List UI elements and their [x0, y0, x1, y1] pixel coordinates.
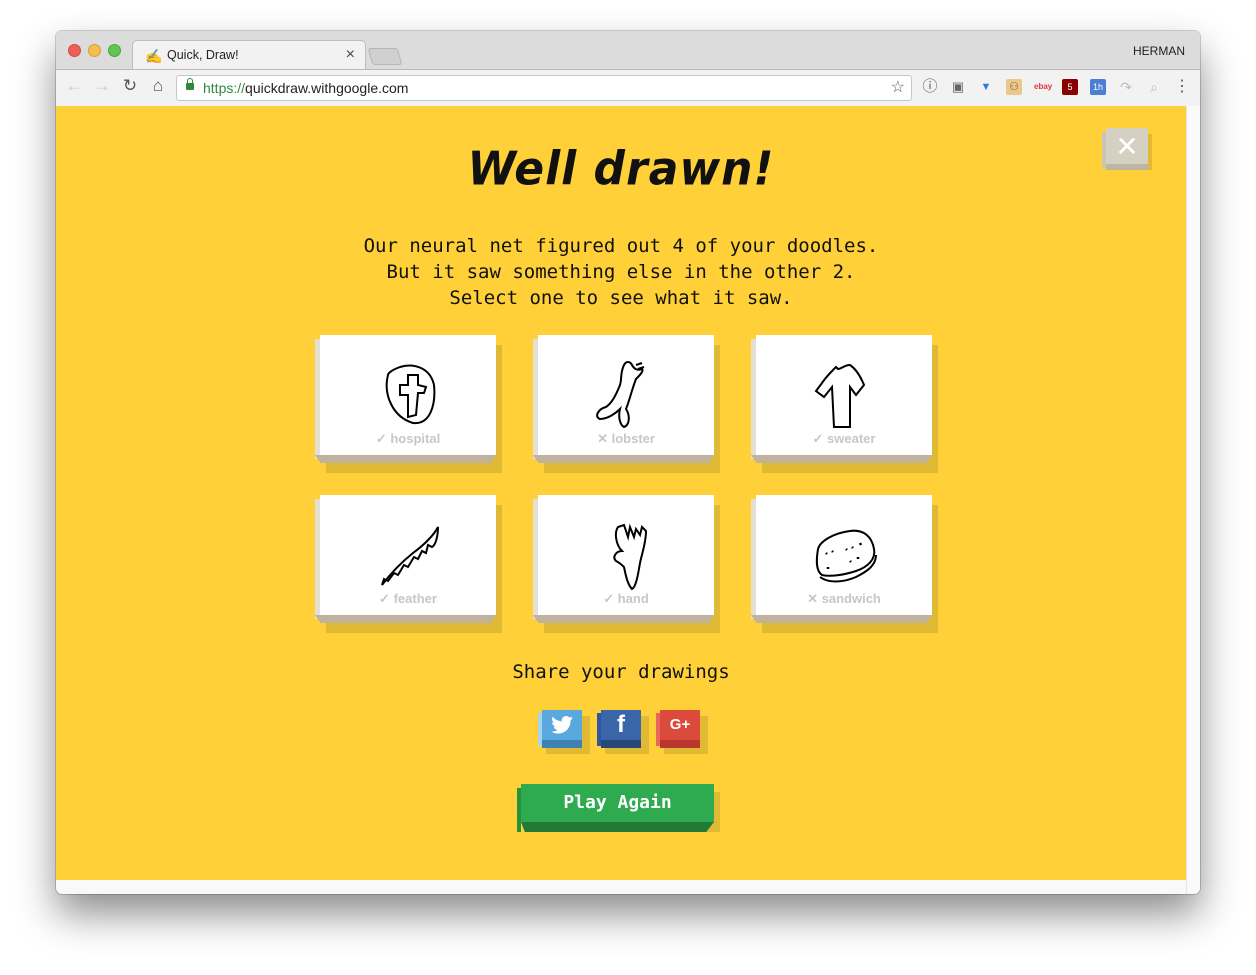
browser-window: ✍ Quick, Draw! × HERMAN ← → ↻ ⌂ https://…	[56, 31, 1200, 894]
close-tab-icon[interactable]: ×	[346, 46, 355, 64]
close-button[interactable]: ✕	[1102, 128, 1148, 170]
tab-title: Quick, Draw!	[167, 48, 239, 62]
drawing-label: ✓ feather	[379, 591, 437, 606]
1password-icon[interactable]: ⓘ	[922, 79, 938, 95]
drawing-card-hospital[interactable]: ✓ hospital	[315, 335, 496, 459]
drawing-card-lobster[interactable]: ✕ lobster	[533, 335, 714, 459]
drawing-label: ✕ lobster	[597, 431, 655, 446]
vertical-scrollbar[interactable]	[1186, 106, 1200, 894]
message-line: But it saw something else in the other 2…	[386, 261, 856, 283]
message-line: Our neural net figured out 4 of your doo…	[363, 235, 879, 257]
bookmark-star-icon[interactable]: ☆	[891, 77, 905, 97]
drawing-card-sandwich[interactable]: ✕ sandwich	[751, 495, 932, 619]
inspect-icon[interactable]: ⌕	[1146, 79, 1162, 95]
sandwich-drawing-icon	[815, 529, 877, 583]
tab-quick-draw[interactable]: ✍ Quick, Draw! ×	[132, 40, 366, 71]
profile-name[interactable]: HERMAN	[1133, 44, 1185, 58]
google-plus-share-button[interactable]: G+	[656, 710, 708, 754]
drawing-label: ✓ sweater	[812, 431, 876, 446]
redirect-icon[interactable]: ↷	[1118, 79, 1134, 95]
new-tab-button[interactable]	[367, 48, 403, 65]
result-message: Our neural net figured out 4 of your doo…	[56, 233, 1186, 311]
ebay-icon[interactable]: ebay	[1034, 79, 1052, 95]
hand-drawing-icon	[613, 523, 648, 591]
close-icon: ✕	[1115, 131, 1139, 162]
play-again-label: Play Again	[521, 784, 714, 822]
browser-toolbar: ← → ↻ ⌂ https://quickdraw.withgoogle.com…	[56, 69, 1200, 107]
reload-icon[interactable]: ↻	[120, 76, 140, 96]
menu-icon[interactable]: ⋮	[1174, 79, 1190, 95]
facebook-share-button[interactable]: f	[597, 710, 649, 754]
drawing-label: ✓ hospital	[375, 431, 441, 446]
back-arrow-icon[interactable]: ←	[64, 76, 84, 96]
message-line: Select one to see what it saw.	[449, 287, 793, 309]
facebook-icon: f	[601, 710, 641, 740]
pencil-hand-icon: ✍	[145, 48, 163, 64]
feather-drawing-icon	[381, 526, 439, 586]
ublock-icon[interactable]: 5	[1062, 79, 1078, 95]
play-again-button[interactable]: Play Again	[517, 784, 720, 832]
calendar-icon[interactable]: 1h	[1090, 79, 1106, 95]
drawing-label: ✕ sandwich	[807, 591, 881, 606]
close-window-button[interactable]	[68, 44, 81, 57]
address-bar[interactable]: https://quickdraw.withgoogle.com ☆	[176, 75, 912, 101]
plug-icon[interactable]: ⚇	[1006, 79, 1022, 95]
sweater-drawing-icon	[814, 363, 866, 428]
minimize-window-button[interactable]	[88, 44, 101, 57]
drawing-card-sweater[interactable]: ✓ sweater	[751, 335, 932, 459]
lock-icon	[186, 78, 194, 90]
page-content: Well drawn! ✕ Our neural net figured out…	[56, 106, 1186, 880]
forward-arrow-icon[interactable]: →	[92, 76, 112, 96]
share-title: Share your drawings	[512, 661, 730, 683]
twitter-share-button[interactable]	[538, 710, 590, 754]
twitter-icon	[542, 710, 582, 740]
copy-icon[interactable]: ▣	[950, 79, 966, 95]
url-text[interactable]: https://quickdraw.withgoogle.com	[203, 80, 408, 96]
home-icon[interactable]: ⌂	[148, 76, 168, 96]
vee-icon[interactable]: ▼	[978, 79, 994, 95]
drawing-card-hand[interactable]: ✓ hand	[533, 495, 714, 619]
google-plus-icon: G+	[660, 710, 700, 740]
maximize-window-button[interactable]	[108, 44, 121, 57]
drawing-card-feather[interactable]: ✓ feather	[315, 495, 496, 619]
lobster-drawing-icon	[596, 361, 645, 429]
hospital-drawing-icon	[385, 364, 436, 425]
title-bar: ✍ Quick, Draw! × HERMAN	[56, 31, 1200, 71]
drawing-label: ✓ hand	[603, 591, 649, 606]
page-title: Well drawn!	[467, 142, 775, 197]
